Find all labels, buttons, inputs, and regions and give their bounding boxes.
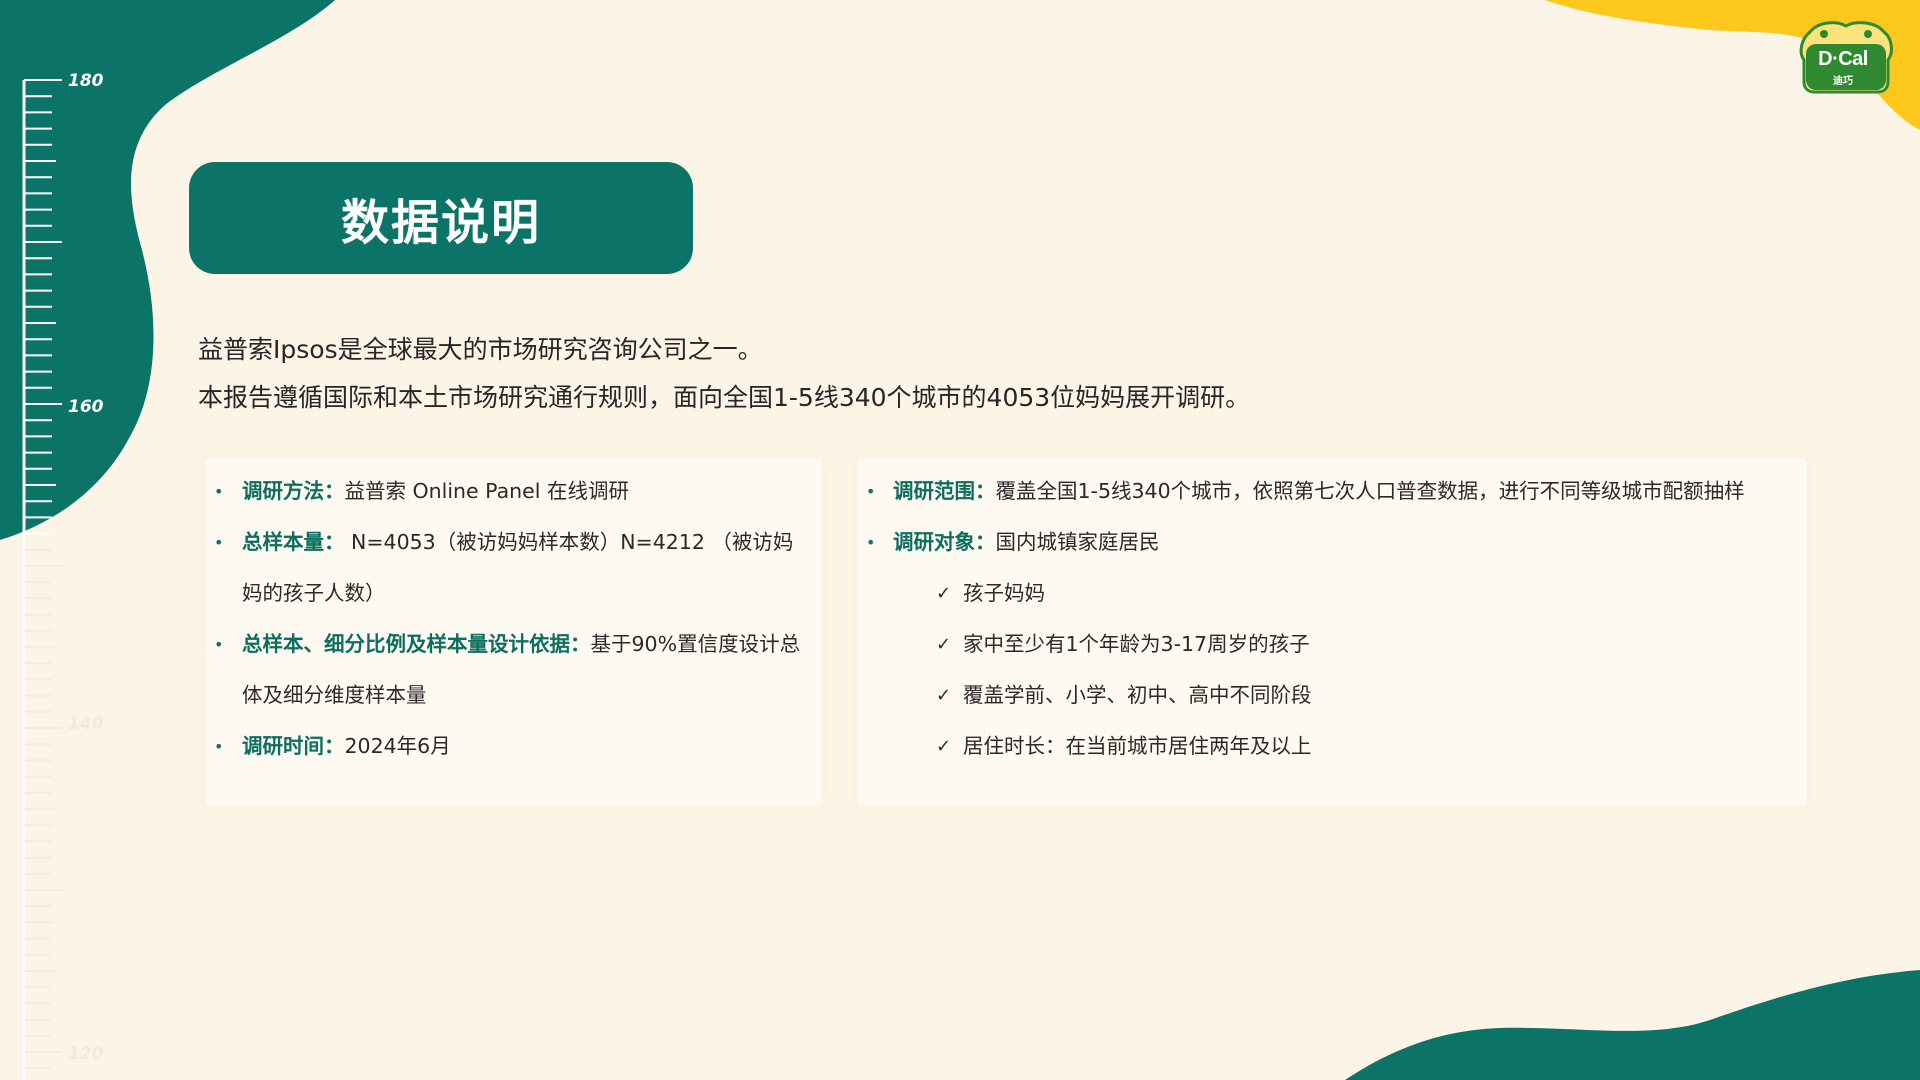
ruler-label-140: 140	[68, 714, 104, 734]
item-separator: ：	[324, 479, 345, 503]
bullet-icon: •	[214, 533, 224, 552]
item-separator: ：	[975, 479, 996, 503]
ruler-label-180: 180	[68, 71, 104, 91]
check-text: 覆盖学前、小学、初中、高中不同阶段	[963, 683, 1312, 707]
check-text: 居住时长：在当前城市居住两年及以上	[963, 734, 1312, 758]
item-separator: ：	[975, 530, 996, 554]
check-item: ✓ 覆盖学前、小学、初中、高中不同阶段	[857, 670, 1807, 721]
check-icon: ✓	[936, 634, 952, 655]
bullet-icon: •	[866, 533, 876, 552]
bullet-icon: •	[214, 482, 224, 501]
title-banner: 数据说明	[189, 162, 693, 274]
check-icon: ✓	[936, 583, 952, 604]
list-item: • 总样本、细分比例及样本量设计依据：基于90%置信度设计总体及细分维度样本量	[205, 619, 822, 721]
item-separator: ：	[570, 632, 591, 656]
item-text: 益普索 Online Panel 在线调研	[344, 479, 629, 503]
item-label: 总样本、细分比例及样本量设计依据	[242, 632, 570, 656]
method-card: • 调研方法：益普索 Online Panel 在线调研 • 总样本量： N=4…	[205, 458, 822, 806]
check-icon: ✓	[936, 736, 952, 757]
intro-line-2: 本报告遵循国际和本土市场研究通行规则，面向全国1-5线340个城市的4053位妈…	[198, 383, 1251, 412]
teal-wave-bottom-right	[1345, 970, 1920, 1080]
bullet-icon: •	[866, 482, 876, 501]
check-item: ✓ 家中至少有1个年龄为3-17周岁的孩子	[857, 619, 1807, 670]
bullet-icon: •	[214, 737, 224, 756]
list-item: • 调研范围：覆盖全国1-5线340个城市，依照第七次人口普查数据，进行不同等级…	[857, 466, 1807, 517]
item-label: 调研时间	[242, 734, 324, 758]
item-label: 调研方法	[242, 479, 324, 503]
check-text: 家中至少有1个年龄为3-17周岁的孩子	[963, 632, 1310, 656]
logo-text: D·Cal	[1818, 48, 1868, 70]
item-label: 总样本量	[242, 530, 324, 554]
list-item: • 调研对象：国内城镇家庭居民	[857, 517, 1807, 568]
check-text: 孩子妈妈	[963, 581, 1045, 605]
scope-card: • 调研范围：覆盖全国1-5线340个城市，依照第七次人口普查数据，进行不同等级…	[857, 458, 1807, 806]
item-text: 国内城镇家庭居民	[995, 530, 1160, 554]
intro-text: 益普索Ipsos是全球最大的市场研究咨询公司之一。 本报告遵循国际和本土市场研究…	[198, 326, 1698, 422]
check-item: ✓ 居住时长：在当前城市居住两年及以上	[857, 721, 1807, 772]
item-label: 调研范围	[893, 479, 975, 503]
bullet-icon: •	[214, 635, 224, 654]
item-separator: ：	[324, 530, 345, 554]
intro-line-1: 益普索Ipsos是全球最大的市场研究咨询公司之一。	[198, 335, 763, 364]
item-text: 2024年6月	[344, 734, 451, 758]
ruler-label-160: 160	[68, 397, 104, 417]
ruler-label-120: 120	[68, 1044, 104, 1064]
item-label: 调研对象	[893, 530, 975, 554]
check-item: ✓ 孩子妈妈	[857, 568, 1807, 619]
logo-subtext: 迪巧	[1833, 76, 1853, 87]
list-item: • 总样本量： N=4053（被访妈妈样本数）N=4212 （被访妈妈的孩子人数…	[205, 517, 822, 619]
list-item: • 调研方法：益普索 Online Panel 在线调研	[205, 466, 822, 517]
item-text: 覆盖全国1-5线340个城市，依照第七次人口普查数据，进行不同等级城市配额抽样	[995, 479, 1745, 503]
page-title: 数据说明	[340, 195, 541, 251]
check-icon: ✓	[936, 685, 952, 706]
item-separator: ：	[324, 734, 345, 758]
list-item: • 调研时间：2024年6月	[205, 721, 822, 772]
